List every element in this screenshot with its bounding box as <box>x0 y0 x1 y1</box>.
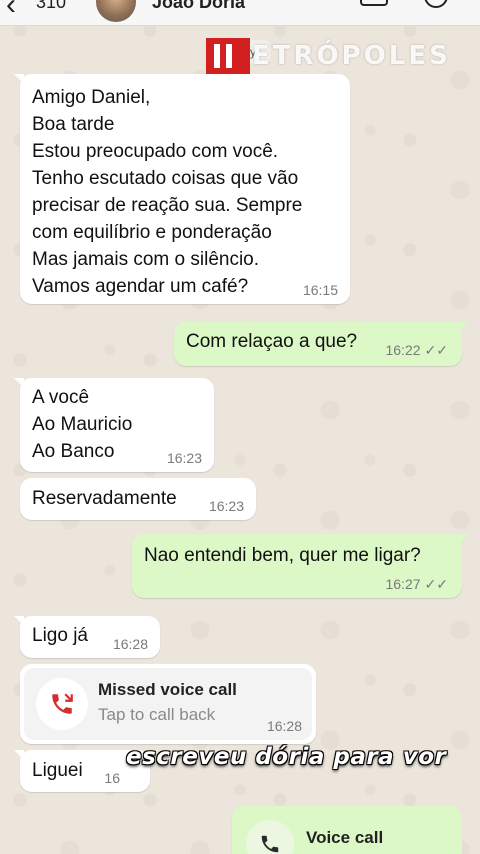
contact-avatar[interactable] <box>96 0 136 22</box>
message-time: 16:23 <box>166 450 202 466</box>
message-time: 16:28 <box>112 636 148 652</box>
phone-call-icon <box>246 820 294 854</box>
message-text: Nao entendi bem, quer me ligar? <box>144 545 421 566</box>
unread-count[interactable]: 310 <box>36 0 66 13</box>
message-bubble-incoming[interactable]: Ligo já 16:28 <box>14 616 160 658</box>
video-caption: escreveu dória para vor <box>126 744 447 770</box>
missed-call-subtitle[interactable]: Tap to call back <box>98 705 215 725</box>
brand-logo-icon <box>206 38 250 74</box>
message-time-status: 16:27 ✓✓ <box>385 576 448 592</box>
message-time: 16:23 <box>208 498 244 514</box>
voice-call-card[interactable]: Voice call <box>232 806 462 854</box>
voice-call-title: Voice call <box>306 828 384 847</box>
message-bubble-incoming[interactable]: Reservadamente 16:23 <box>20 478 256 520</box>
message-time: 16:27 <box>385 576 421 592</box>
message-text: Amigo Daniel, Boa tarde Estou preocupado… <box>32 87 303 297</box>
missed-call-card[interactable]: Missed voice call Tap to call back 16:28 <box>20 664 316 744</box>
message-bubble-outgoing[interactable]: Nao entendi bem, quer me ligar? 16:27 ✓✓ <box>132 534 468 598</box>
phone-icon[interactable] <box>424 0 448 8</box>
chat-header: ‹ 310 João Doria <box>0 0 480 26</box>
read-receipt-icon: ✓✓ <box>424 576 448 592</box>
message-bubble-incoming[interactable]: A você Ao Mauricio Ao Banco 16:23 <box>14 378 214 472</box>
read-receipt-icon: ✓✓ <box>424 342 448 358</box>
missed-call-title: Missed voice call <box>98 680 237 699</box>
watermark-text: ETRÓPOLES <box>252 41 451 71</box>
message-time: 16 <box>104 770 120 786</box>
contact-name[interactable]: João Doria <box>152 0 245 13</box>
message-bubble-incoming[interactable]: Amigo Daniel, Boa tarde Estou preocupado… <box>14 74 350 304</box>
video-call-icon[interactable] <box>360 0 388 6</box>
message-time-status: 16:22 ✓✓ <box>385 342 448 358</box>
message-time: 16:15 <box>302 282 338 298</box>
message-time: 16:22 <box>385 342 421 358</box>
watermark: ETRÓPOLES <box>206 36 451 76</box>
message-bubble-outgoing[interactable]: Com relaçao a que? 16:22 ✓✓ <box>174 322 468 366</box>
message-time: 16:28 <box>266 718 302 734</box>
missed-call-icon <box>36 678 88 730</box>
back-icon[interactable]: ‹ <box>6 0 16 22</box>
